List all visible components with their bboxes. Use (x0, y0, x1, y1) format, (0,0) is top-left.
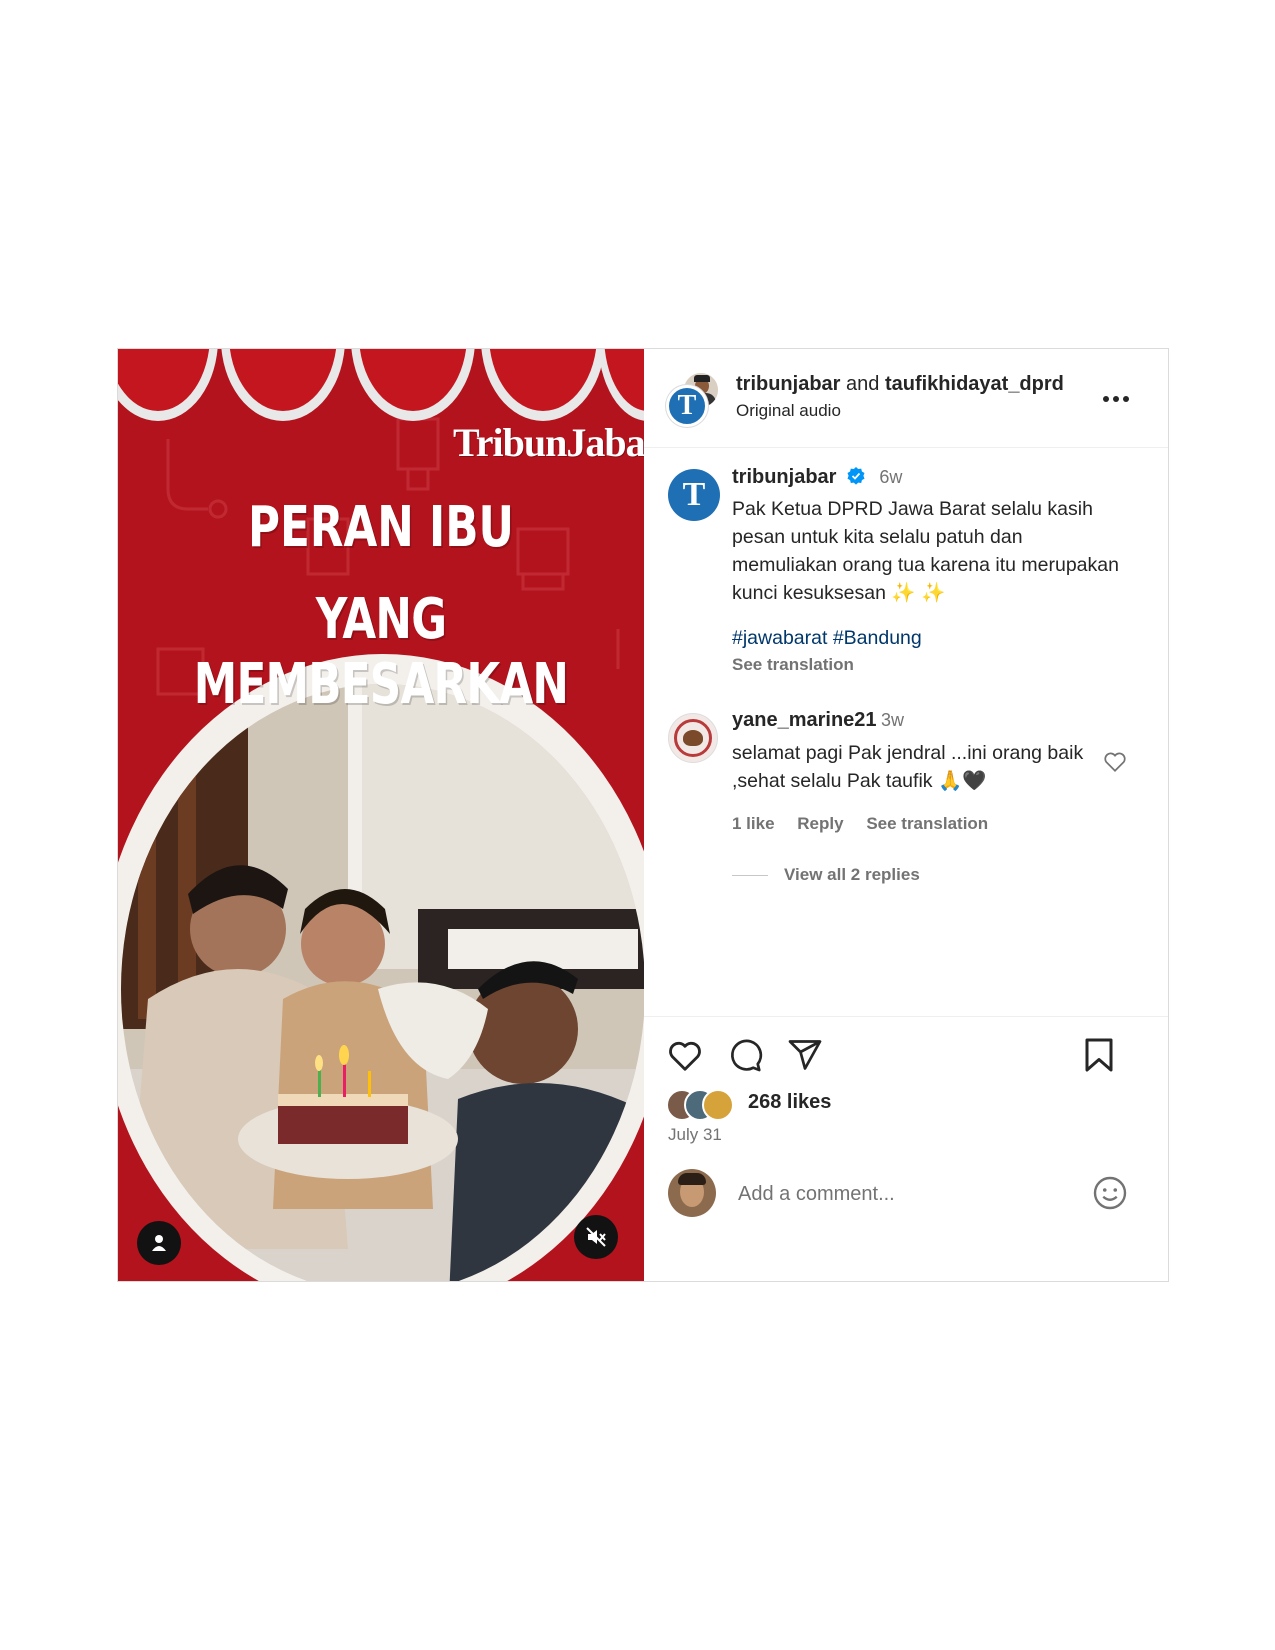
caption-see-translation[interactable]: See translation (732, 655, 854, 675)
share-button[interactable] (786, 1037, 824, 1078)
caption-username[interactable]: tribunjabar (732, 466, 836, 488)
comment-like-button[interactable] (1102, 749, 1128, 778)
collaborator-username[interactable]: taufikhidayat_dprd (885, 373, 1064, 395)
heart-icon (1104, 752, 1126, 772)
liker-avatars[interactable] (666, 1089, 746, 1121)
mute-button[interactable] (574, 1215, 618, 1259)
comment-like-count[interactable]: 1 like (732, 814, 775, 833)
comment-reply-button[interactable]: Reply (797, 814, 843, 833)
brand-logo: TribunJabarid (453, 420, 644, 465)
view-replies-label: View all 2 replies (784, 865, 920, 884)
instagram-post: TribunJabarid PERAN IBU YANG MEMBESARKAN… (117, 348, 1169, 1282)
media-artwork (118, 349, 644, 1281)
mute-icon (586, 1227, 606, 1247)
emoji-button[interactable] (1092, 1175, 1128, 1216)
emoji-icon (1093, 1176, 1127, 1210)
headline-line2: YANG MEMBESARKAN (193, 587, 569, 717)
like-button[interactable] (666, 1037, 704, 1078)
commenter-avatar[interactable] (668, 713, 718, 763)
caption-avatar[interactable]: T (668, 469, 720, 521)
action-bar: 268 likes July 31 (644, 1016, 1168, 1144)
save-button[interactable] (1082, 1037, 1116, 1078)
comment-input[interactable] (736, 1177, 1060, 1211)
more-options-button[interactable] (1102, 379, 1130, 410)
like-icon (669, 1041, 701, 1071)
likes-count[interactable]: 268 likes (748, 1091, 831, 1114)
post-side-panel: T tribunjabar and taufikhidayat_dprd Ori… (644, 349, 1168, 1281)
audio-link[interactable]: Original audio (736, 401, 841, 421)
headline-line1: PERAN IBU (247, 495, 515, 560)
replies-divider (732, 875, 768, 877)
current-user-avatar (668, 1169, 716, 1217)
comment-icon (731, 1039, 763, 1072)
post-header: T tribunjabar and taufikhidayat_dprd Ori… (644, 349, 1168, 448)
view-replies-button[interactable]: View all 2 replies (732, 865, 920, 885)
comment-username[interactable]: yane_marine21 (732, 709, 877, 731)
caption-hashtags[interactable]: #jawabarat #Bandung (732, 627, 922, 650)
author-username[interactable]: tribunjabar (736, 373, 840, 395)
comment-actions: 1 like Reply See translation (732, 814, 1006, 834)
post-authors: tribunjabar and taufikhidayat_dprd (736, 373, 1064, 396)
bookmark-icon (1085, 1038, 1113, 1072)
add-comment-bar (644, 1169, 1168, 1239)
comment-time[interactable]: 3w (881, 710, 904, 730)
caption-text: Pak Ketua DPRD Jawa Barat selalu kasih p… (732, 498, 1119, 604)
comment-text: selamat pagi Pak jendral ...ini orang ba… (732, 742, 1084, 792)
caption-time[interactable]: 6w (879, 467, 902, 487)
caption-header: tribunjabar 6w (732, 466, 902, 489)
share-icon (788, 1040, 822, 1070)
authors-connector: and (846, 373, 880, 395)
liker-avatar (702, 1089, 734, 1121)
user-tag-icon (152, 1235, 166, 1251)
more-icon (1103, 396, 1129, 402)
verified-icon (847, 467, 865, 485)
comment-button[interactable] (726, 1037, 764, 1078)
comment-header: yane_marine21 3w (732, 709, 904, 732)
post-date[interactable]: July 31 (668, 1125, 722, 1145)
user-tag-button[interactable] (137, 1221, 181, 1265)
comment-see-translation[interactable]: See translation (866, 814, 988, 833)
post-media[interactable]: TribunJabarid PERAN IBU YANG MEMBESARKAN (118, 349, 644, 1281)
author-avatar[interactable]: T (666, 385, 708, 427)
